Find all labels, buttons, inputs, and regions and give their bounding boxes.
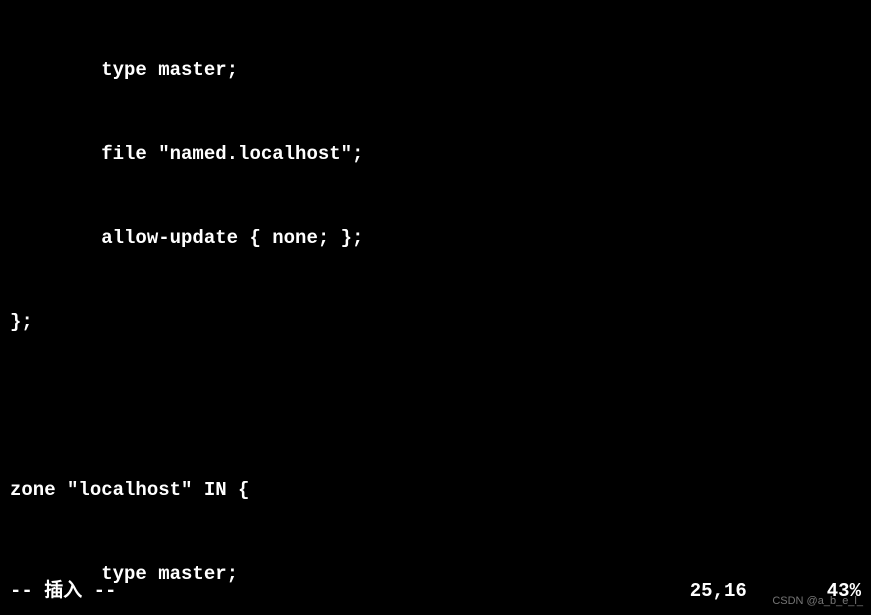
- code-line: };: [10, 308, 871, 336]
- code-line: type master;: [10, 56, 871, 84]
- terminal-view[interactable]: type master; file "named.localhost"; all…: [0, 0, 871, 615]
- vim-mode-indicator: -- 插入 --: [10, 577, 116, 605]
- code-line: allow-update { none; };: [10, 224, 871, 252]
- editor-buffer[interactable]: type master; file "named.localhost"; all…: [10, 0, 871, 615]
- vim-status-bar: -- 插入 -- 25,16 43%: [10, 577, 861, 605]
- code-line: [10, 392, 871, 420]
- watermark-text: CSDN @a_b_e_l_: [772, 587, 863, 615]
- cursor-position: 25,16: [690, 577, 747, 605]
- code-line: file "named.localhost";: [10, 140, 871, 168]
- code-line: zone "localhost" IN {: [10, 476, 871, 504]
